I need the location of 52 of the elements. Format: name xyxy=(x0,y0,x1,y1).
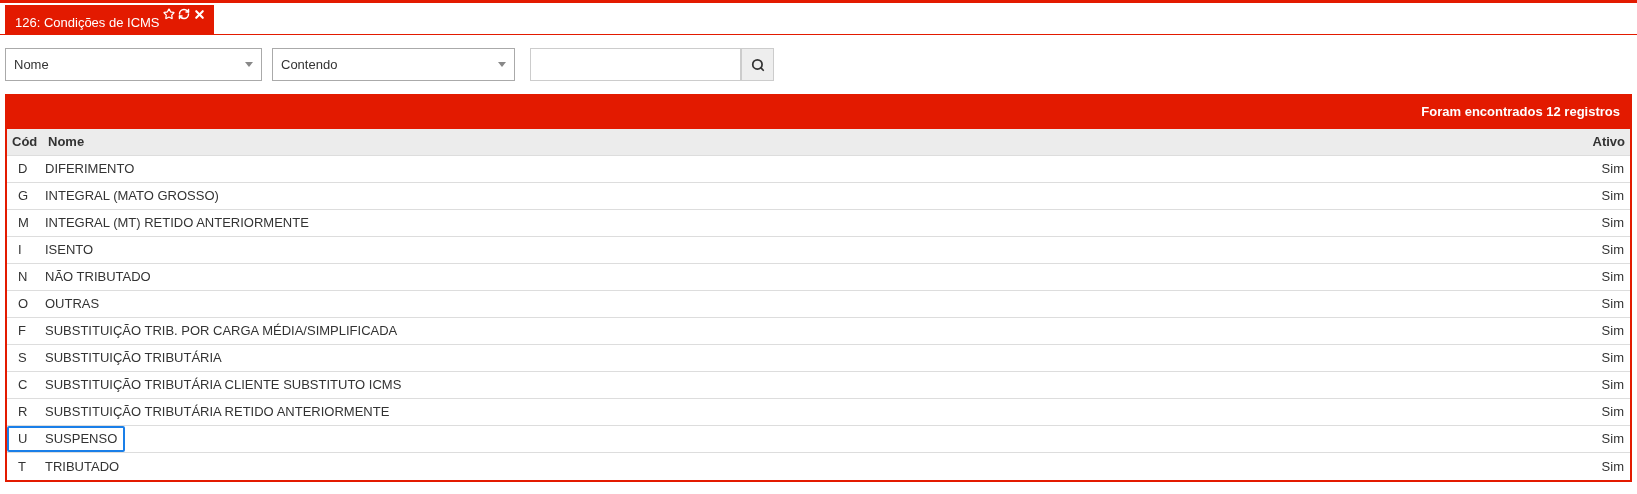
active-cell-text: Sim xyxy=(1601,349,1625,368)
name-cell-text: TRIBUTADO xyxy=(45,457,120,476)
code-cell-text: C xyxy=(17,376,29,395)
column-header: Nome xyxy=(48,133,86,152)
name-cell-text: DIFERIMENTO xyxy=(45,160,135,179)
code-cell-text: T xyxy=(17,457,27,476)
tab-label: 126: Condições de ICMS xyxy=(15,14,160,32)
name-cell-text: SUBSTITUIÇÃO TRIBUTÁRIA CLIENTE SUBSTITUTO ICMS xyxy=(45,376,402,395)
name-cell-text: INTEGRAL (MT) RETIDO ANTERIORMENTE xyxy=(45,214,309,233)
column-header: Cód xyxy=(12,133,39,152)
search-field[interactable] xyxy=(530,48,741,81)
refresh-icon[interactable] xyxy=(177,8,190,20)
code-cell-text: S xyxy=(17,349,28,368)
code-cell-text: G xyxy=(17,187,30,206)
active-cell-text: Sim xyxy=(1601,295,1625,314)
code-cell-text: I xyxy=(17,241,23,260)
operator-select[interactable]: Contendo xyxy=(272,48,515,81)
active-cell-text: Sim xyxy=(1601,187,1625,206)
name-cell-text: ISENTO xyxy=(45,241,94,260)
name-cell-text: INTEGRAL (MATO GROSSO) xyxy=(45,187,219,206)
column-header: Ativo xyxy=(1592,133,1625,152)
tab[interactable]: 126: Condições de ICMS xyxy=(5,5,214,34)
code-cell-text: F xyxy=(17,322,27,341)
search-button[interactable] xyxy=(741,48,774,81)
active-cell-text: Sim xyxy=(1601,322,1625,341)
name-cell-text: SUSPENSO xyxy=(45,430,118,449)
code-cell-text: N xyxy=(17,268,29,287)
code-cell-text: D xyxy=(17,160,29,179)
active-cell-text: Sim xyxy=(1601,268,1625,287)
active-cell-text: Sim xyxy=(1601,214,1625,233)
name-cell-text: SUBSTITUIÇÃO TRIB. POR CARGA MÉDIA/SIMPLIFICADA xyxy=(45,322,398,341)
code-cell-text: M xyxy=(17,214,30,233)
active-cell-text: Sim xyxy=(1601,376,1625,395)
active-cell-text: Sim xyxy=(1601,457,1625,476)
name-cell-text: SUBSTITUIÇÃO TRIBUTÁRIA xyxy=(45,349,222,368)
results-count: Foram encontrados 12 registros xyxy=(1421,102,1620,121)
close-icon[interactable] xyxy=(192,8,206,21)
code-cell-text: R xyxy=(17,403,29,422)
name-cell-text: OUTRAS xyxy=(45,295,100,314)
active-cell-text: Sim xyxy=(1601,241,1625,260)
star-icon[interactable] xyxy=(162,8,175,20)
caret-icon xyxy=(245,62,253,67)
code-cell-text: U xyxy=(17,430,29,449)
code-cell-text: O xyxy=(17,295,30,314)
active-cell-text: Sim xyxy=(1601,160,1625,179)
active-cell-text: Sim xyxy=(1601,403,1625,422)
caret-icon xyxy=(498,62,506,67)
name-cell-text: SUBSTITUIÇÃO TRIBUTÁRIA RETIDO ANTERIORMENTE xyxy=(45,403,390,422)
field-select[interactable]: Nome xyxy=(5,48,262,81)
search-icon xyxy=(750,57,765,72)
active-cell-text: Sim xyxy=(1601,430,1625,449)
name-cell-text: NÃO TRIBUTADO xyxy=(45,268,151,287)
